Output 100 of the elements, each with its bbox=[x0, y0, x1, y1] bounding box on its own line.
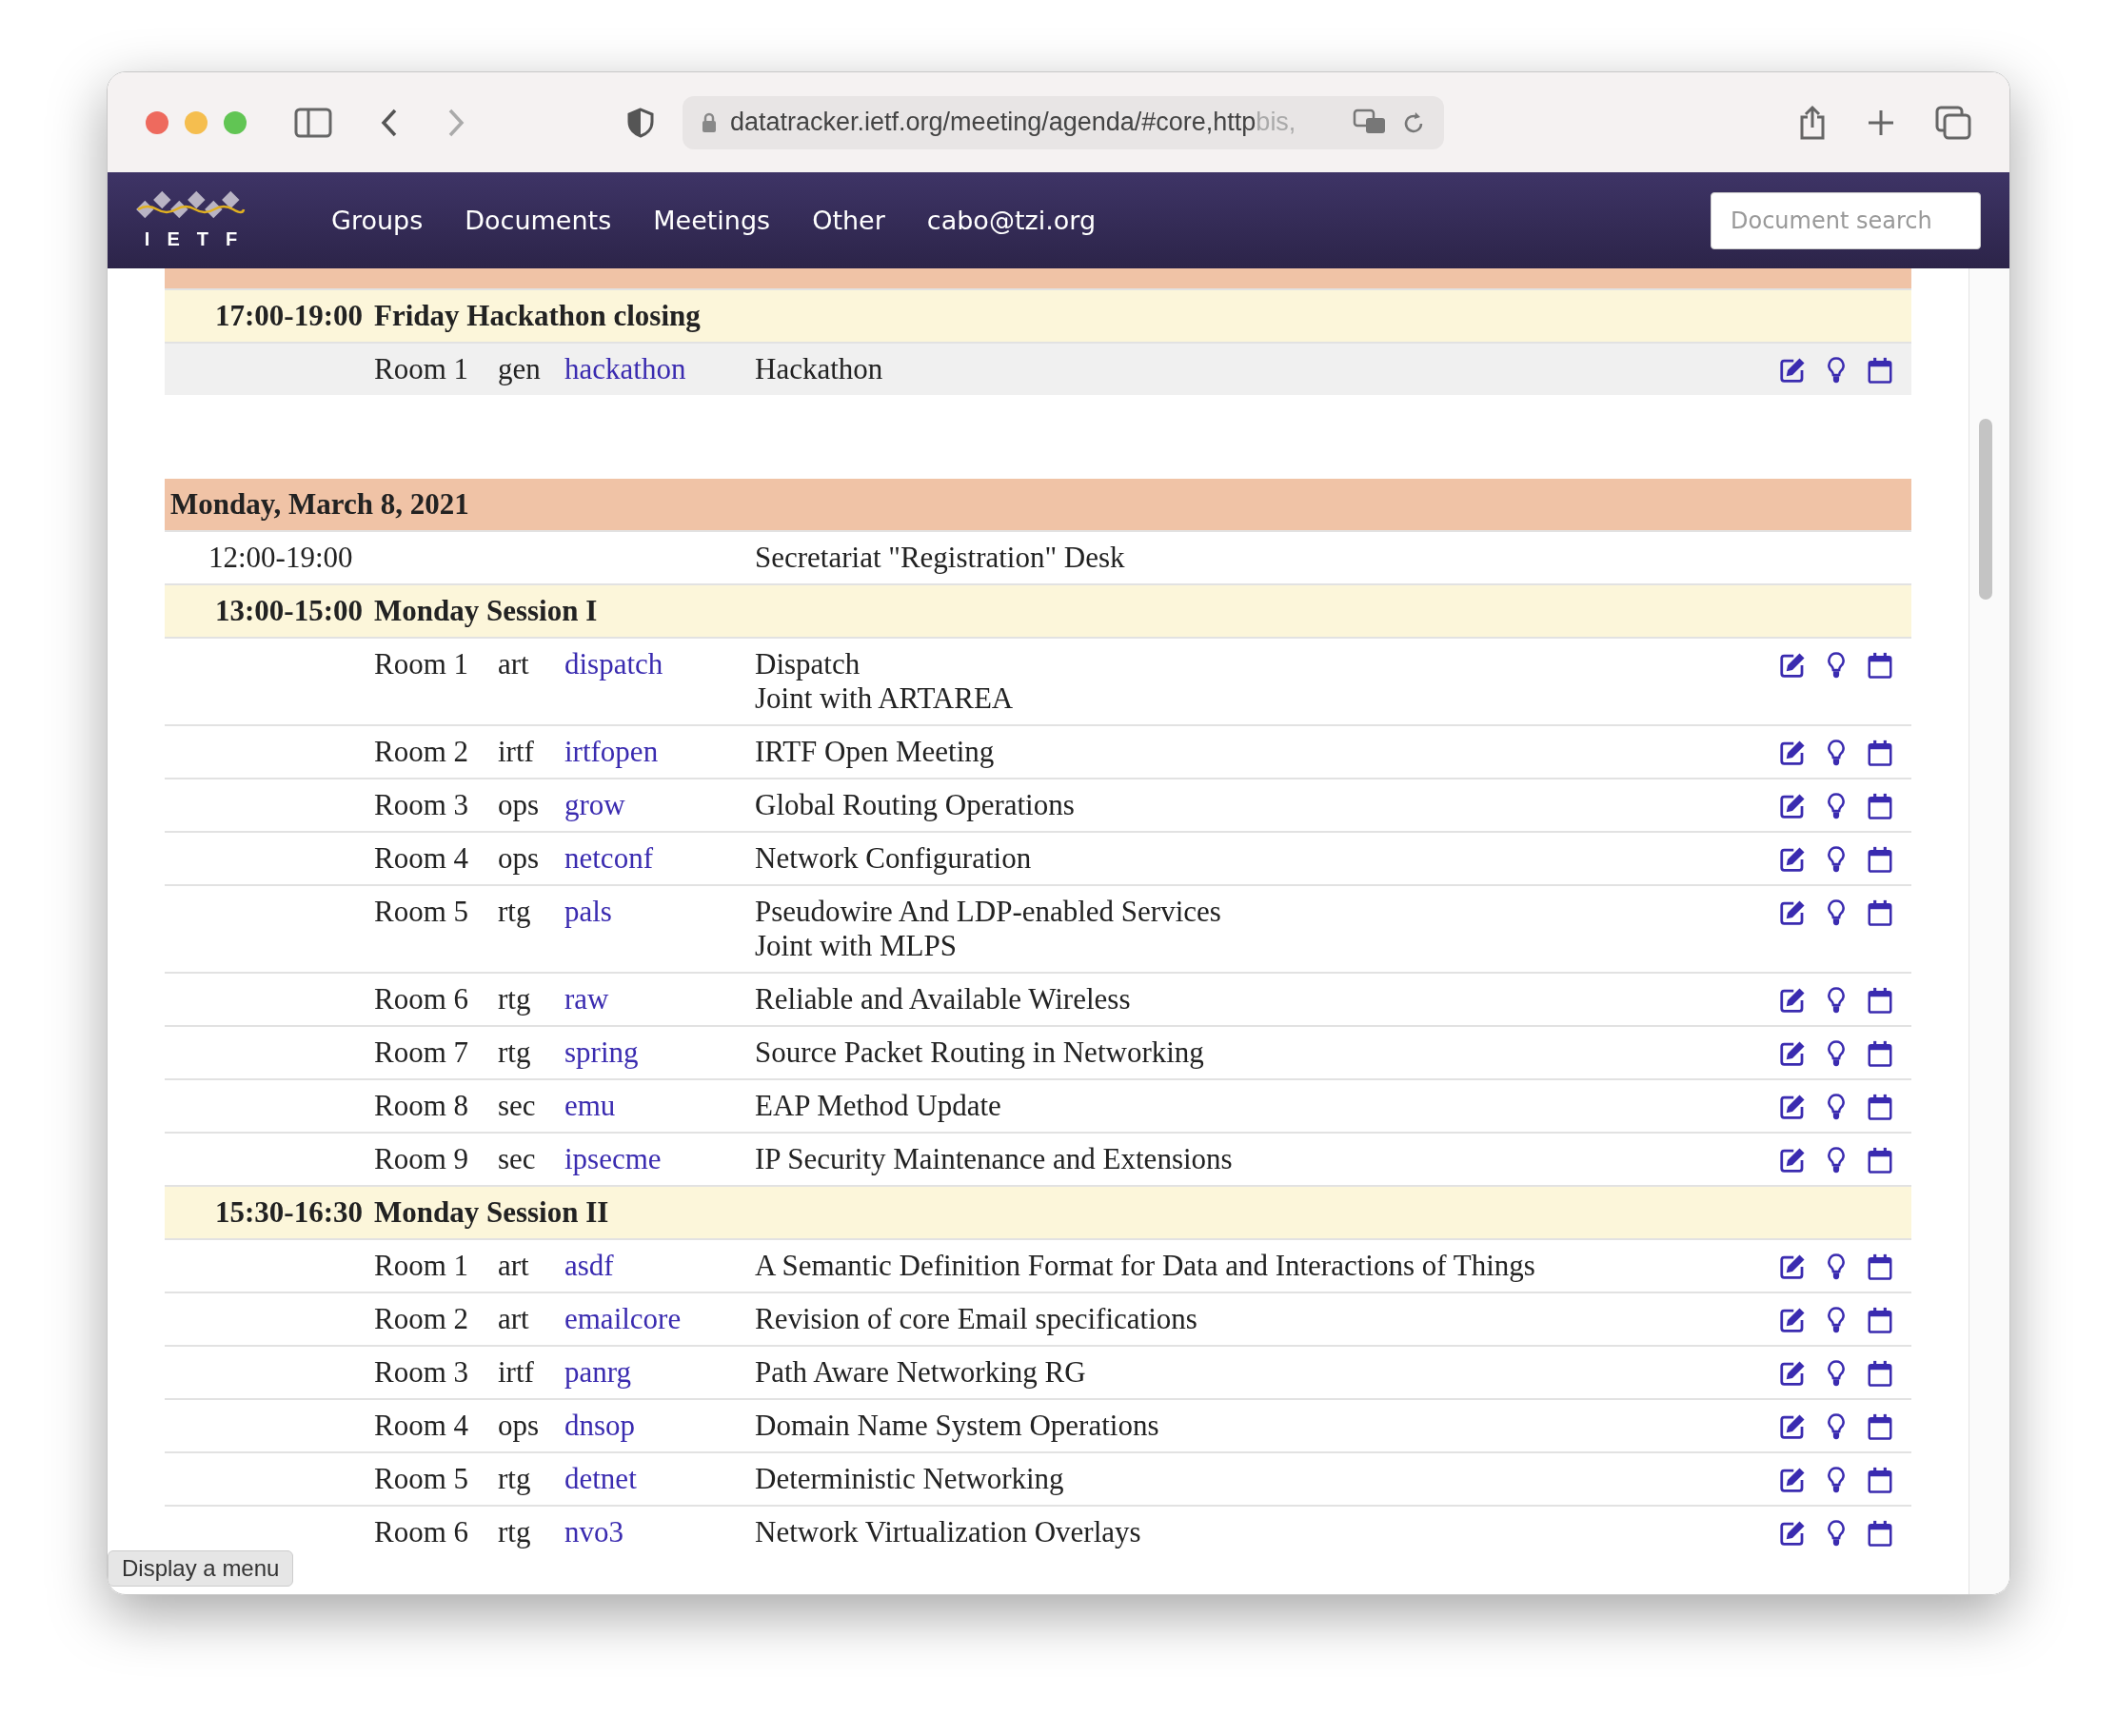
nav-link[interactable]: Documents bbox=[465, 206, 612, 235]
session-name: Hackathon bbox=[755, 352, 884, 386]
calendar-icon[interactable] bbox=[1866, 1466, 1894, 1494]
edit-icon[interactable] bbox=[1778, 1412, 1807, 1441]
edit-icon[interactable] bbox=[1778, 1253, 1807, 1281]
area-cell-text: ops bbox=[498, 788, 541, 822]
room-cell-text: Room 6 bbox=[374, 1515, 470, 1549]
area-cell-text: ops bbox=[498, 841, 541, 876]
edit-icon[interactable] bbox=[1778, 1519, 1807, 1548]
calendar-icon[interactable] bbox=[1866, 898, 1894, 927]
close-button[interactable] bbox=[146, 110, 168, 134]
reload-icon[interactable] bbox=[1402, 109, 1425, 135]
edit-icon[interactable] bbox=[1778, 1039, 1807, 1068]
area-cell-text: irtf bbox=[498, 735, 535, 769]
area-cell-text: sec bbox=[498, 1089, 537, 1123]
room-cell-text: Room 5 bbox=[374, 1462, 470, 1496]
session-time: 13:00-15:00 bbox=[214, 594, 364, 628]
edit-icon[interactable] bbox=[1778, 845, 1807, 874]
logo-text: IETF bbox=[144, 228, 255, 250]
calendar-icon[interactable] bbox=[1866, 1039, 1894, 1068]
calendar-icon[interactable] bbox=[1866, 1093, 1894, 1121]
calendar-icon[interactable] bbox=[1866, 356, 1894, 385]
session-name: IRTF Open Meeting bbox=[755, 735, 996, 769]
calendar-icon[interactable] bbox=[1866, 1146, 1894, 1174]
edit-icon[interactable] bbox=[1778, 1466, 1807, 1494]
calendar-icon[interactable] bbox=[1866, 1359, 1894, 1388]
session-name: Reliable and Available Wireless bbox=[755, 982, 1132, 1016]
lock-icon bbox=[702, 111, 717, 133]
calendar-icon[interactable] bbox=[1866, 845, 1894, 874]
session-note: Joint with ARTAREA bbox=[755, 681, 1015, 716]
sidebar-icon[interactable] bbox=[294, 107, 332, 138]
edit-icon[interactable] bbox=[1778, 986, 1807, 1015]
group-link[interactable]: panrg bbox=[564, 1355, 632, 1389]
group-link[interactable]: dnsop bbox=[564, 1409, 636, 1442]
edit-icon[interactable] bbox=[1778, 792, 1807, 820]
edit-icon[interactable] bbox=[1778, 1306, 1807, 1334]
room-cell-text: Room 2 bbox=[374, 1302, 470, 1336]
area-cell-text: art bbox=[498, 647, 530, 681]
area-cell-text: rtg bbox=[498, 982, 532, 1016]
area-cell-text: rtg bbox=[498, 1462, 532, 1496]
session-note: Joint with MLPS bbox=[755, 929, 958, 963]
room-cell-text: Room 3 bbox=[374, 1355, 470, 1390]
group-link[interactable]: pals bbox=[564, 895, 612, 928]
share-icon[interactable] bbox=[1798, 104, 1827, 141]
session-name: Path Aware Networking RG bbox=[755, 1355, 1087, 1390]
edit-icon[interactable] bbox=[1778, 898, 1807, 927]
calendar-icon[interactable] bbox=[1866, 739, 1894, 767]
group-link[interactable]: netconf bbox=[564, 841, 653, 875]
group-link[interactable]: detnet bbox=[564, 1462, 637, 1495]
group-link[interactable]: dispatch bbox=[564, 647, 663, 681]
session-name: A Semantic Definition Format for Data and Interactions of Things bbox=[755, 1249, 1536, 1283]
calendar-icon[interactable] bbox=[1866, 1519, 1894, 1548]
calendar-icon[interactable] bbox=[1866, 1253, 1894, 1281]
edit-icon[interactable] bbox=[1778, 739, 1807, 767]
group-link[interactable]: ipsecme bbox=[564, 1142, 662, 1175]
calendar-icon[interactable] bbox=[1866, 651, 1894, 680]
nav-link[interactable]: cabo@tzi.org bbox=[926, 206, 1097, 235]
calendar-icon[interactable] bbox=[1866, 792, 1894, 820]
edit-icon[interactable] bbox=[1778, 1093, 1807, 1121]
nav-link[interactable]: Other bbox=[812, 206, 885, 235]
edit-icon[interactable] bbox=[1778, 356, 1807, 385]
edit-icon[interactable] bbox=[1778, 1146, 1807, 1174]
group-link[interactable]: raw bbox=[564, 982, 609, 1016]
group-link[interactable]: grow bbox=[564, 788, 625, 821]
shield-icon[interactable] bbox=[627, 107, 654, 138]
session-name: Deterministic Networking bbox=[755, 1462, 1065, 1496]
scrollbar-thumb[interactable] bbox=[1979, 419, 1992, 600]
group-link[interactable]: spring bbox=[564, 1036, 639, 1069]
session-name: IP Security Maintenance and Extensions bbox=[755, 1142, 1234, 1176]
room-cell-text: Room 9 bbox=[374, 1142, 470, 1176]
address-bar[interactable]: datatracker.ietf.org/meeting/agenda/#core,httpbis, bbox=[683, 95, 1444, 149]
back-icon[interactable] bbox=[380, 107, 399, 138]
area-cell-text: rtg bbox=[498, 895, 532, 929]
calendar-icon[interactable] bbox=[1866, 1412, 1894, 1441]
group-link[interactable]: asdf bbox=[564, 1249, 614, 1282]
group-link[interactable]: emu bbox=[564, 1089, 616, 1122]
nav-link[interactable]: Groups bbox=[331, 206, 424, 235]
calendar-icon[interactable] bbox=[1866, 986, 1894, 1015]
session-time: 15:30-16:30 bbox=[214, 1195, 364, 1230]
group-link[interactable]: nvo3 bbox=[564, 1515, 623, 1549]
edit-icon[interactable] bbox=[1778, 1359, 1807, 1388]
calendar-icon[interactable] bbox=[1866, 1306, 1894, 1334]
plus-icon[interactable] bbox=[1867, 108, 1895, 137]
session-name: Network Virtualization Overlays bbox=[755, 1515, 1142, 1549]
room-cell-text: Room 8 bbox=[374, 1089, 470, 1123]
room-cell-text: Room 6 bbox=[374, 982, 470, 1016]
session-name: Dispatch bbox=[755, 647, 861, 681]
group-link[interactable]: hackathon bbox=[564, 352, 686, 385]
area-cell-text: irtf bbox=[498, 1355, 535, 1390]
group-link[interactable]: emailcore bbox=[564, 1302, 682, 1335]
search-field[interactable]: Document search bbox=[1711, 191, 1981, 249]
time-cell-text: 12:00-19:00 bbox=[208, 541, 354, 575]
tabs-icon[interactable] bbox=[1935, 105, 1971, 140]
area-cell-text: art bbox=[498, 1249, 530, 1283]
session-name: Revision of core Email specifications bbox=[755, 1302, 1198, 1336]
group-link[interactable]: irtfopen bbox=[564, 735, 659, 768]
session-title: Monday Session I bbox=[374, 594, 599, 628]
room-cell-text: Room 4 bbox=[374, 841, 470, 876]
edit-icon[interactable] bbox=[1778, 651, 1807, 680]
nav-link[interactable]: Meetings bbox=[653, 206, 771, 235]
